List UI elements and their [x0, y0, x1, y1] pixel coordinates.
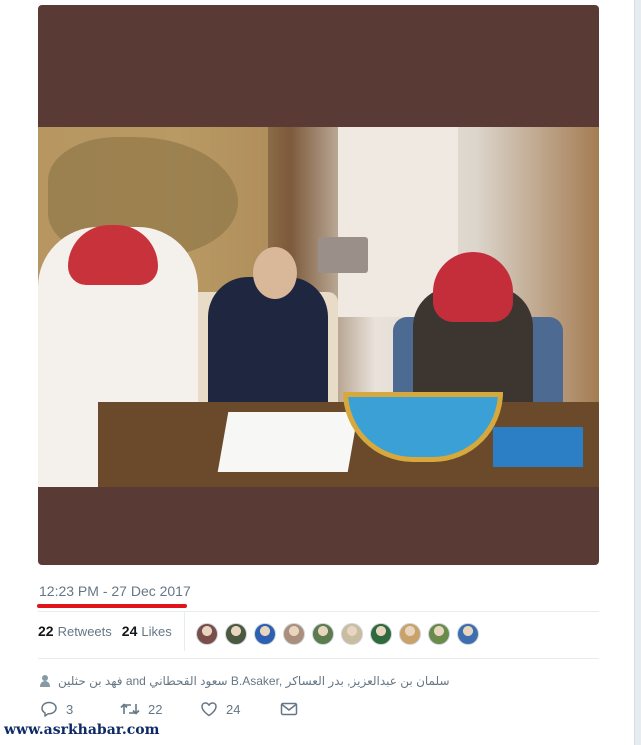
retweets-stat[interactable]: 22 Retweets — [38, 623, 112, 639]
retweets-count: 22 — [38, 623, 54, 639]
divider-bottom — [38, 658, 599, 659]
liked-by-names[interactable]: فهد بن حثلين and سعود القحطاني B.Asaker,… — [58, 674, 450, 688]
tweet-actions: 3 22 24 — [40, 701, 298, 717]
retweet-button[interactable]: 22 — [120, 702, 200, 717]
photo-person-center-head — [253, 247, 297, 299]
tweet-timestamp[interactable]: 12:23 PM - 27 Dec 2017 — [39, 583, 191, 599]
direct-message-button[interactable] — [280, 702, 298, 716]
photo-papers — [217, 412, 359, 472]
retweet-count: 22 — [148, 701, 163, 717]
liked-by-line: فهد بن حثلين and سعود القحطاني B.Asaker,… — [40, 674, 450, 688]
liker-avatar[interactable] — [428, 623, 450, 645]
likes-label: Likes — [141, 624, 172, 639]
retweet-icon — [120, 703, 140, 715]
liker-avatar[interactable] — [312, 623, 334, 645]
photo-box — [493, 427, 583, 467]
tweet-stats: 22 Retweets 24 Likes — [38, 623, 182, 639]
liker-avatar[interactable] — [457, 623, 479, 645]
liker-avatar[interactable] — [341, 623, 363, 645]
liker-avatars — [196, 623, 486, 645]
liker-avatar[interactable] — [370, 623, 392, 645]
photo-lamp — [318, 237, 368, 273]
tweet-media[interactable] — [38, 5, 599, 565]
liker-avatar[interactable] — [196, 623, 218, 645]
reply-button[interactable]: 3 — [40, 701, 120, 717]
envelope-icon — [280, 702, 298, 716]
divider-top — [38, 611, 599, 612]
like-count: 24 — [226, 701, 241, 717]
likes-count: 24 — [121, 623, 138, 639]
like-button[interactable]: 24 — [200, 701, 280, 717]
heart-icon — [201, 702, 217, 717]
tweet-photo[interactable] — [38, 127, 599, 487]
liker-avatar[interactable] — [283, 623, 305, 645]
site-watermark: www.asrkhabar.com — [4, 722, 160, 738]
liker-avatar[interactable] — [225, 623, 247, 645]
scrollbar-track[interactable] — [634, 0, 641, 745]
stats-separator — [184, 611, 185, 651]
liker-avatar[interactable] — [254, 623, 276, 645]
red-underline-annotation — [37, 604, 187, 608]
likes-stat[interactable]: 24 Likes — [122, 623, 172, 639]
reply-count: 3 — [66, 701, 74, 717]
reply-icon — [41, 701, 57, 717]
person-icon — [40, 675, 50, 687]
liker-avatar[interactable] — [399, 623, 421, 645]
retweets-label: Retweets — [57, 624, 112, 639]
photo-person-right-headdress — [433, 252, 513, 322]
